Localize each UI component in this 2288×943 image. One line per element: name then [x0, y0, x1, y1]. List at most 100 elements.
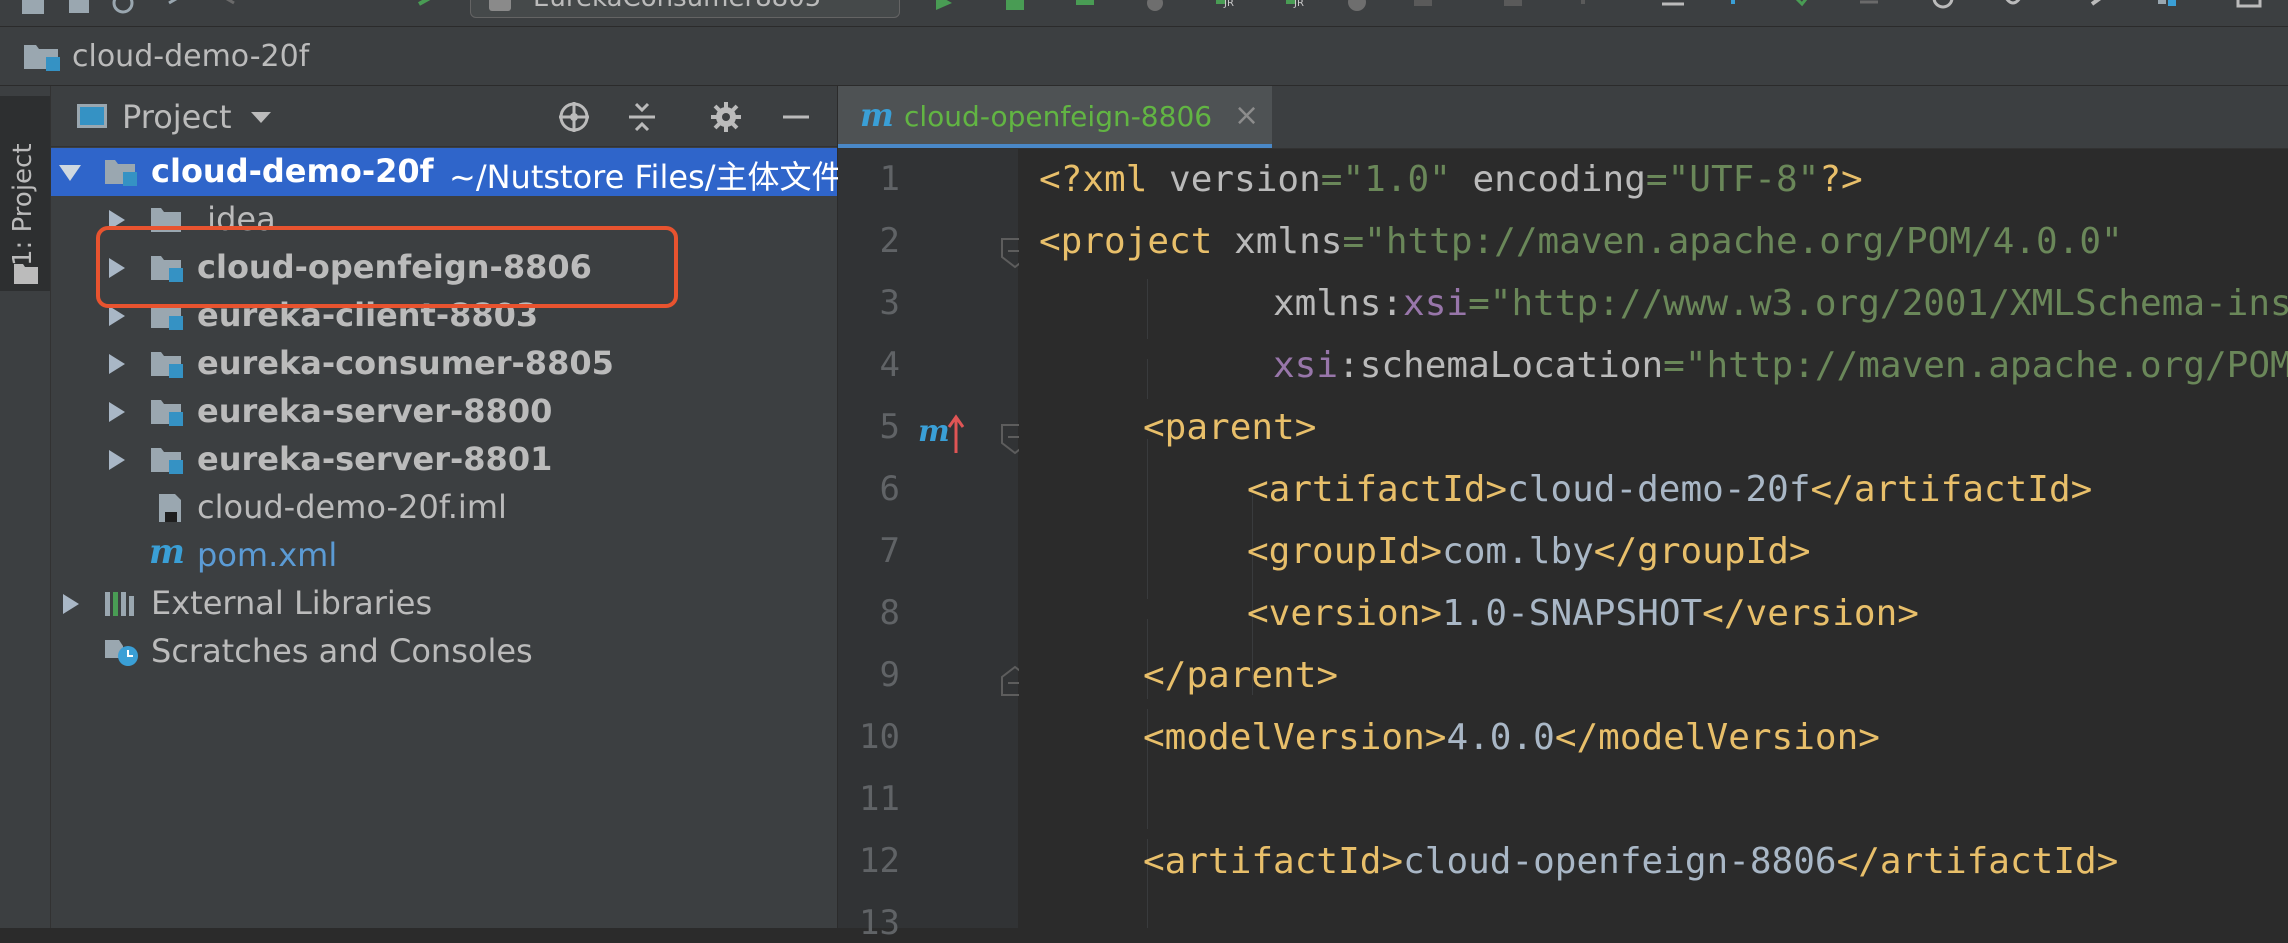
module-folder-icon — [24, 45, 60, 71]
xml-close-tag: </modelVersion> — [1554, 717, 1880, 758]
tree-item-pom-xml[interactable]: m pom.xml — [51, 532, 837, 580]
xml-open-tag: <version> — [1247, 593, 1443, 634]
tree-item-scratches[interactable]: Scratches and Consoles — [51, 628, 837, 676]
xml-eq: = — [1663, 345, 1685, 386]
xml-attr: xsi — [1403, 283, 1469, 324]
layout-icon[interactable] — [2236, 0, 2262, 16]
locate-icon[interactable] — [557, 100, 591, 134]
iml-file-icon — [159, 494, 181, 522]
chevron-right-icon[interactable] — [109, 354, 125, 374]
code-line-10: <modelVersion>4.0.0</modelVersion> — [1143, 717, 1880, 758]
rollback-icon[interactable] — [2000, 0, 2026, 16]
code-line-12: <artifactId>cloud-openfeign-8806</artifa… — [1143, 841, 2118, 882]
gear-icon[interactable] — [709, 100, 743, 134]
folder-icon — [14, 264, 38, 284]
project-view-icon — [77, 104, 107, 128]
git-push-icon[interactable] — [1856, 0, 1882, 16]
code-line-1: <?xml version="1.0" encoding="UTF-8"?> — [1039, 159, 1863, 200]
chevron-down-icon[interactable] — [251, 112, 271, 123]
debug-icon[interactable] — [1002, 0, 1028, 16]
breadcrumb-project[interactable]: cloud-demo-20f — [72, 39, 309, 74]
svg-text:JR: JR — [1223, 0, 1234, 9]
line-number: 8 — [879, 593, 900, 633]
back-icon[interactable] — [165, 0, 191, 16]
tree-item-path: ~/Nutstore Files/主体文件 — [449, 158, 844, 196]
project-view-selector[interactable]: Project — [122, 98, 231, 136]
hide-icon[interactable] — [779, 100, 813, 134]
xml-value: "http://www.w3.org/2001/XMLSchema-instan… — [1489, 283, 2288, 324]
xml-tag: <parent> — [1143, 407, 1317, 448]
maven-icon: m — [860, 96, 894, 134]
chevron-right-icon[interactable] — [109, 450, 125, 470]
xml-attr: version — [1169, 159, 1321, 200]
profile-icon[interactable] — [1142, 0, 1168, 16]
forward-icon[interactable] — [212, 0, 238, 16]
run-icon[interactable] — [930, 0, 956, 16]
tree-item-eureka-consumer[interactable]: eureka-consumer-8805 — [51, 340, 837, 388]
folder-open-icon[interactable] — [20, 0, 46, 16]
tree-item-label: Scratches and Consoles — [151, 632, 533, 670]
spring-boot-icon — [489, 0, 511, 11]
tree-item-label: eureka-server-8801 — [197, 440, 553, 478]
tree-item-external-libraries[interactable]: External Libraries — [51, 580, 837, 628]
code-line-5: <parent> — [1143, 407, 1316, 448]
tree-item-root[interactable]: cloud-demo-20f ~/Nutstore Files/主体文件 — [51, 148, 843, 196]
line-number: 3 — [879, 283, 900, 323]
tree-item-iml-file[interactable]: cloud-demo-20f.iml — [51, 484, 837, 532]
code-editor[interactable]: <?xml version="1.0" encoding="UTF-8"?> <… — [1019, 149, 2288, 928]
tool-window-stripe: 1: Project — [0, 86, 51, 928]
close-icon[interactable]: × — [1234, 98, 1259, 133]
chevron-right-icon[interactable] — [63, 594, 79, 614]
git-icon[interactable] — [1660, 0, 1686, 16]
project-structure-icon[interactable] — [2154, 0, 2180, 16]
module-folder-icon — [151, 448, 183, 474]
xml-tag: </parent> — [1143, 655, 1339, 696]
svg-text:JR: JR — [1293, 0, 1304, 9]
xml-attr: xmlns — [1234, 221, 1343, 262]
indent-guide — [1147, 359, 1148, 399]
jrebel-run-icon[interactable]: JR — [1212, 0, 1238, 16]
git-update-icon[interactable] — [1720, 0, 1746, 16]
stop-icon[interactable] — [1410, 0, 1436, 16]
tree-item-eureka-server-8801[interactable]: eureka-server-8801 — [51, 436, 837, 484]
xml-ns-prefix: xsi — [1273, 345, 1339, 386]
line-number: 2 — [879, 221, 900, 261]
xml-open-tag: <groupId> — [1247, 531, 1443, 572]
xml-eq: = — [1342, 221, 1365, 262]
line-number: 13 — [859, 903, 900, 943]
collapse-all-icon[interactable] — [625, 100, 659, 134]
coverage-icon[interactable] — [1072, 0, 1098, 16]
xml-declaration-open: <?xml — [1039, 159, 1170, 200]
xml-open-tag: <modelVersion> — [1143, 717, 1447, 758]
tree-item-label: cloud-demo-20f.iml — [197, 488, 507, 526]
tree-item-eureka-server-8800[interactable]: eureka-server-8800 — [51, 388, 837, 436]
attach-icon[interactable] — [1344, 0, 1370, 16]
library-icon — [105, 592, 134, 616]
build-icon[interactable] — [415, 0, 441, 16]
xml-text: 4.0.0 — [1446, 717, 1555, 758]
xml-text: com.lby — [1442, 531, 1594, 572]
wrench-icon[interactable] — [2086, 0, 2112, 16]
xml-eq: = — [1320, 159, 1343, 200]
xml-value: "http://maven.apache.org/POM/4.0.0" — [1364, 221, 2123, 262]
navigate-to-parent-icon[interactable]: m — [918, 411, 968, 455]
maven-parent-glyph: m — [918, 414, 950, 449]
chevron-down-icon[interactable] — [59, 165, 81, 181]
save-icon[interactable] — [66, 0, 92, 16]
editor-gutter: 1 2 3 4 5 6 7 8 9 10 11 12 13 m — [838, 149, 1029, 943]
run-configuration-selector[interactable]: EurekaConsumer8805 — [470, 0, 900, 18]
vcs-update-icon[interactable] — [1500, 0, 1526, 16]
project-tool-window-label: 1: Project — [8, 143, 38, 266]
jrebel-debug-icon[interactable]: JR — [1282, 0, 1308, 16]
tab-pom-xml[interactable]: m cloud-openfeign-8806 × — [838, 86, 1272, 148]
chevron-right-icon[interactable] — [109, 402, 125, 422]
sync-icon[interactable] — [110, 0, 136, 16]
tree-item-label: pom.xml — [197, 536, 338, 574]
xml-eq: = — [1468, 283, 1490, 324]
project-tool-window-button[interactable]: 1: Project — [0, 96, 50, 291]
vcs-push-icon[interactable] — [1570, 0, 1596, 16]
git-commit-icon[interactable] — [1790, 0, 1816, 16]
module-folder-icon — [151, 400, 183, 426]
chevron-right-icon[interactable] — [109, 306, 125, 326]
history-icon[interactable] — [1930, 0, 1956, 16]
